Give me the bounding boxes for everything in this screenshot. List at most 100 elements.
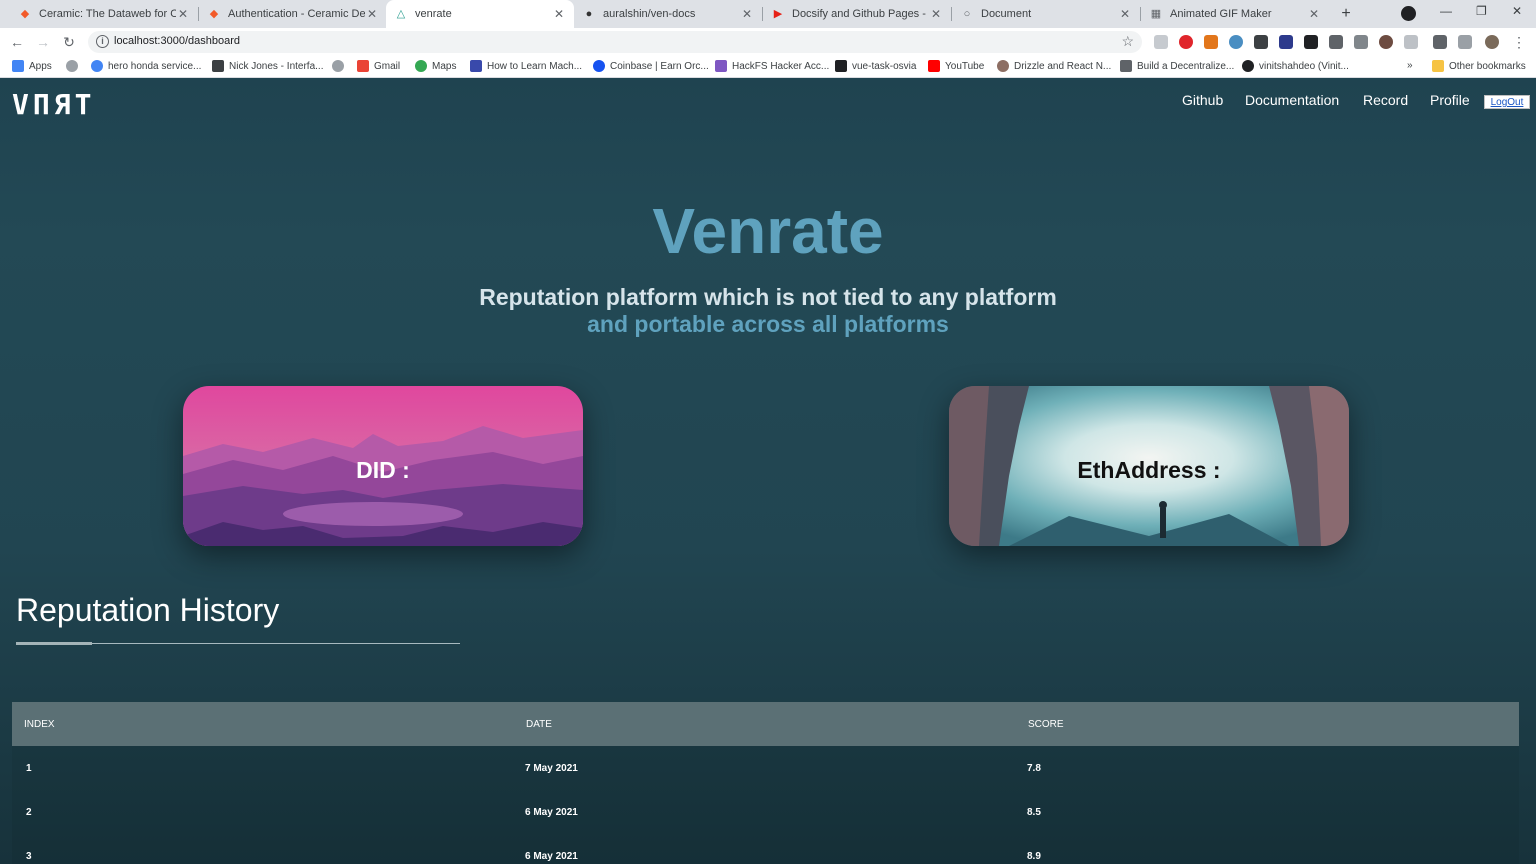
- cell-score: 8.9: [1027, 850, 1041, 862]
- bookmark-apps[interactable]: Apps: [12, 60, 52, 72]
- browser-toolbar: ← → ↻ i localhost:3000/dashboard ☆ ⋮: [0, 28, 1536, 56]
- extension-icon[interactable]: [1304, 35, 1318, 49]
- cell-score: 7.8: [1027, 762, 1041, 774]
- column-header-index[interactable]: INDEX: [12, 719, 514, 730]
- nav-documentation[interactable]: Documentation: [1245, 92, 1339, 108]
- site-logo[interactable]: VПЯТ: [12, 88, 95, 121]
- extension-icon[interactable]: [1379, 35, 1393, 49]
- bookmarks-overflow-icon[interactable]: »: [1407, 60, 1413, 71]
- metamask-extension-icon[interactable]: [1204, 35, 1218, 49]
- browser-tab[interactable]: ▶ Docsify and Github Pages - You ✕: [763, 0, 951, 28]
- column-header-date[interactable]: DATE: [514, 719, 1016, 730]
- tab-search-icon[interactable]: [1401, 6, 1416, 21]
- bookmark-site-icon: [1120, 60, 1132, 72]
- close-window-icon[interactable]: ✕: [1512, 4, 1522, 18]
- did-label: DID :: [356, 457, 410, 483]
- bookmark-item[interactable]: YouTube: [928, 60, 984, 72]
- close-tab-icon[interactable]: ✕: [176, 7, 190, 21]
- ceramic-icon: ◆: [20, 8, 30, 20]
- bookmark-site-icon: [212, 60, 224, 72]
- maximize-icon[interactable]: ❐: [1476, 4, 1487, 18]
- extension-icon[interactable]: [1254, 35, 1268, 49]
- bookmark-item[interactable]: hero honda service...: [91, 60, 201, 72]
- close-tab-icon[interactable]: ✕: [365, 7, 379, 21]
- cell-date: 7 May 2021: [525, 762, 578, 774]
- browser-tab-active[interactable]: △ venrate ✕: [386, 0, 574, 28]
- logout-button[interactable]: LogOut: [1484, 95, 1530, 109]
- browser-tab[interactable]: ▦ Animated GIF Maker ✕: [1141, 0, 1329, 28]
- new-tab-icon[interactable]: +: [1336, 4, 1356, 24]
- nav-github[interactable]: Github: [1182, 92, 1223, 108]
- eth-address-card: EthAddress :: [949, 386, 1349, 546]
- browser-tab[interactable]: ● auralshin/ven-docs ✕: [574, 0, 762, 28]
- bookmark-item[interactable]: Drizzle and React N...: [997, 60, 1111, 72]
- youtube-icon: ▶: [773, 8, 783, 20]
- close-tab-icon[interactable]: ✕: [1118, 7, 1132, 21]
- reading-list-icon[interactable]: [1458, 35, 1472, 49]
- nav-profile[interactable]: Profile: [1430, 92, 1470, 108]
- extension-icon[interactable]: [1279, 35, 1293, 49]
- reputation-history-table: INDEX DATE SCORE 1 7 May 2021 7.8 2 6 Ma…: [12, 702, 1519, 864]
- extension-icon[interactable]: [1154, 35, 1168, 49]
- bookmark-item[interactable]: Build a Decentralize...: [1120, 60, 1234, 72]
- bookmark-item[interactable]: [332, 60, 349, 72]
- bookmark-item[interactable]: vue-task-osvia: [835, 60, 916, 72]
- extension-icon[interactable]: [1329, 35, 1343, 49]
- opera-extension-icon[interactable]: [1179, 35, 1193, 49]
- browser-tab[interactable]: ◆ Ceramic: The Dataweb for Open ✕: [10, 0, 198, 28]
- github-icon: [1242, 60, 1254, 72]
- extension-icon[interactable]: [1229, 35, 1243, 49]
- reputation-history-title: Reputation History: [16, 592, 280, 628]
- drizzle-icon: [997, 60, 1009, 72]
- hero-subtitle-line2: and portable across all platforms: [587, 311, 949, 337]
- close-tab-icon[interactable]: ✕: [552, 7, 566, 21]
- table-header: INDEX DATE SCORE: [12, 702, 1519, 746]
- coinbase-icon: [593, 60, 605, 72]
- cell-date: 6 May 2021: [525, 850, 578, 862]
- table-row: 2 6 May 2021 8.5: [12, 790, 1519, 834]
- back-icon[interactable]: ←: [8, 33, 26, 51]
- bookmark-item[interactable]: Coinbase | Earn Orc...: [593, 60, 709, 72]
- bookmark-other[interactable]: Other bookmarks: [1432, 60, 1526, 72]
- extension-icon[interactable]: [1404, 35, 1418, 49]
- close-tab-icon[interactable]: ✕: [929, 7, 943, 21]
- puzzle-icon[interactable]: [1433, 35, 1447, 49]
- apps-grid-icon: [12, 60, 24, 72]
- avatar[interactable]: [1485, 35, 1499, 49]
- bookmark-item[interactable]: Maps: [415, 60, 456, 72]
- cell-index: 1: [26, 762, 32, 774]
- forward-icon[interactable]: →: [34, 33, 52, 51]
- bookmark-item[interactable]: Nick Jones - Interfa...: [212, 60, 323, 72]
- url-text[interactable]: localhost:3000/dashboard: [114, 35, 240, 47]
- bookmark-site-icon: [835, 60, 847, 72]
- eth-address-label: EthAddress :: [1077, 457, 1221, 483]
- bookmark-item[interactable]: HackFS Hacker Acc...: [715, 60, 829, 72]
- close-tab-icon[interactable]: ✕: [740, 7, 754, 21]
- minimize-icon[interactable]: —: [1440, 4, 1452, 18]
- youtube-icon: [928, 60, 940, 72]
- hero-title: Venrate: [652, 195, 884, 267]
- bookmark-item[interactable]: How to Learn Mach...: [470, 60, 582, 72]
- info-icon[interactable]: i: [96, 35, 109, 48]
- bookmark-item[interactable]: vinitshahdeo (Vinit...: [1242, 60, 1349, 72]
- menu-dots-icon[interactable]: ⋮: [1510, 33, 1528, 51]
- browser-tab[interactable]: ○ Document ✕: [952, 0, 1140, 28]
- extension-icon[interactable]: [1354, 35, 1368, 49]
- close-tab-icon[interactable]: ✕: [1307, 7, 1321, 21]
- hero-subtitle-line1: Reputation platform which is not tied to…: [479, 284, 1057, 310]
- address-bar[interactable]: i localhost:3000/dashboard ☆: [88, 31, 1142, 53]
- bookmark-item[interactable]: Gmail: [357, 60, 400, 72]
- reload-icon[interactable]: ↻: [60, 33, 78, 51]
- globe-icon: [66, 60, 78, 72]
- globe-icon: [332, 60, 344, 72]
- bookmark-item[interactable]: [66, 60, 83, 72]
- column-header-score[interactable]: SCORE: [1016, 719, 1519, 730]
- bookmark-star-icon[interactable]: ☆: [1121, 33, 1134, 50]
- gif-icon: ▦: [1150, 8, 1162, 20]
- globe-icon: ○: [963, 8, 971, 20]
- nav-record[interactable]: Record: [1363, 92, 1408, 108]
- table-row: 3 6 May 2021 8.9: [12, 834, 1519, 864]
- bookmarks-bar: Apps hero honda service... Nick Jones - …: [0, 56, 1536, 78]
- title-underline-accent: [16, 642, 92, 645]
- browser-tab[interactable]: ◆ Authentication - Ceramic Develc ✕: [199, 0, 387, 28]
